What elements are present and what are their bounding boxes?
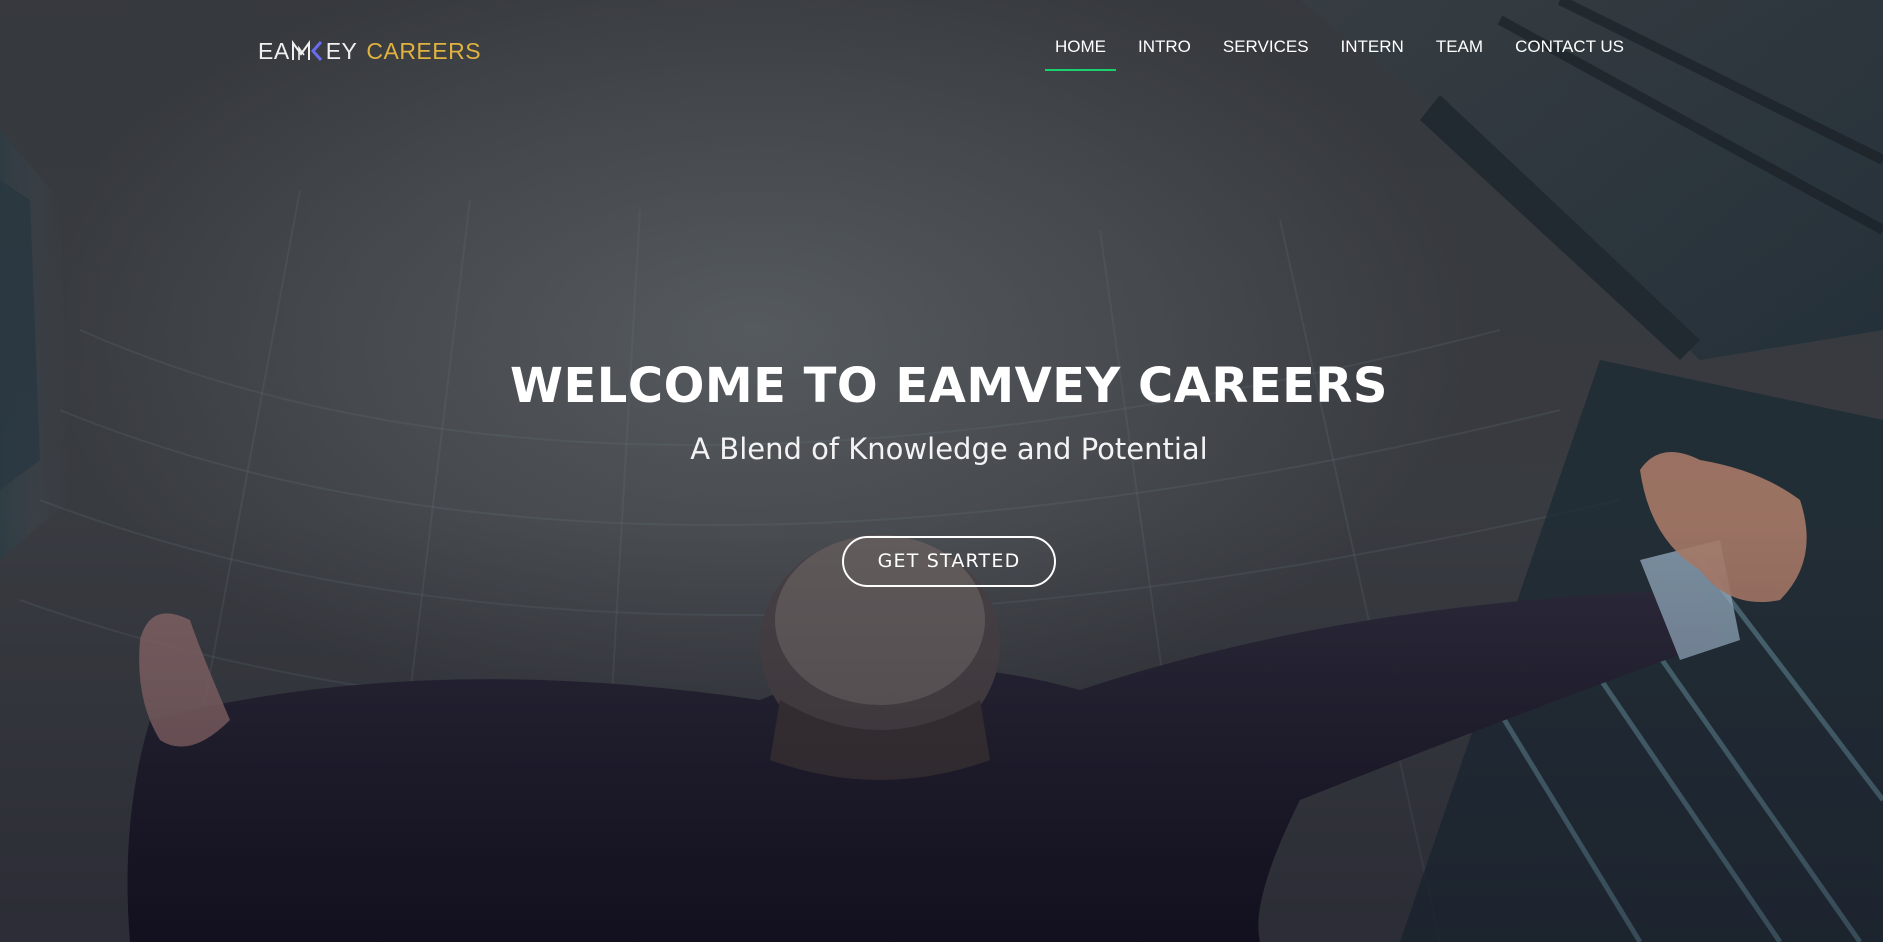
logo-text-part1: EA (258, 37, 290, 64)
nav-item-home[interactable]: HOME (1044, 34, 1116, 71)
hero-title: WELCOME TO EAMVEY CAREERS (510, 358, 1388, 414)
logo-text-part2: EY (325, 37, 358, 64)
hero-section: EA EY CAREERS HOME INTRO SERVICES INTERN… (0, 0, 1883, 942)
nav-item-services[interactable]: SERVICES (1213, 34, 1319, 71)
mv-chevron-logo-mark-icon (291, 40, 322, 61)
nav-item-intern[interactable]: INTERN (1331, 34, 1414, 71)
hero-content: WELCOME TO EAMVEY CAREERS A Blend of Kno… (0, 358, 1883, 587)
nav-item-intro[interactable]: INTRO (1128, 34, 1201, 71)
logo-text-careers: CAREERS (366, 37, 482, 64)
brand-logo[interactable]: EA EY CAREERS (258, 36, 481, 66)
hero-subtitle: A Blend of Knowledge and Potential (690, 432, 1208, 466)
nav-item-contact-us[interactable]: CONTACT US (1505, 34, 1634, 71)
get-started-button[interactable]: GET STARTED (842, 536, 1056, 587)
main-navigation: HOME INTRO SERVICES INTERN TEAM CONTACT … (1033, 34, 1634, 71)
nav-item-team[interactable]: TEAM (1426, 34, 1493, 71)
site-header: EA EY CAREERS HOME INTRO SERVICES INTERN… (0, 0, 1883, 100)
